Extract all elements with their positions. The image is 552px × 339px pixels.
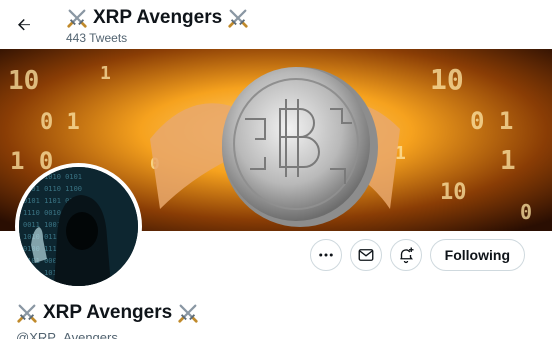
message-button[interactable]	[349, 239, 382, 271]
profile-avatar[interactable]: 0110 1010 0101 1001 0110 1100 0101 1101 …	[15, 163, 142, 290]
svg-text:1: 1	[100, 63, 111, 84]
profile-handle: @XRP_Avengers	[16, 330, 118, 339]
mail-icon	[358, 249, 374, 261]
svg-text:1001 0110 1100: 1001 0110 1100	[23, 185, 82, 193]
crossed-swords-icon	[17, 304, 37, 323]
svg-text:0 1: 0 1	[470, 107, 513, 135]
svg-text:1: 1	[500, 146, 516, 176]
profile-name-text: XRP Avengers	[43, 302, 173, 323]
svg-text:0: 0	[520, 200, 532, 224]
tweet-count: 443 Tweets	[66, 31, 128, 45]
back-button[interactable]	[10, 11, 38, 39]
more-horizontal-icon	[318, 253, 333, 257]
profile-header-bar: XRP Avengers 443 Tweets	[0, 0, 552, 49]
profile-name-block: XRP Avengers @XRP_Avengers	[16, 301, 199, 339]
more-button[interactable]	[309, 239, 342, 271]
svg-text:0 1: 0 1	[40, 110, 80, 135]
crossed-swords-icon	[228, 9, 248, 28]
header-title-block: XRP Avengers 443 Tweets	[66, 6, 249, 45]
svg-text:10: 10	[430, 63, 464, 96]
profile-actions: Following	[309, 239, 525, 271]
svg-text:10: 10	[440, 180, 467, 205]
svg-text:10: 10	[8, 66, 39, 96]
profile-name: XRP Avengers	[16, 301, 199, 325]
following-button[interactable]: Following	[429, 239, 525, 271]
header-title: XRP Avengers	[66, 6, 249, 30]
header-title-text: XRP Avengers	[93, 7, 223, 28]
arrow-left-icon	[18, 19, 30, 31]
bell-plus-icon	[400, 247, 414, 264]
hooded-hacker-avatar: 0110 1010 0101 1001 0110 1100 0101 1101 …	[19, 167, 138, 286]
crossed-swords-icon	[178, 304, 198, 323]
notifications-button[interactable]	[389, 239, 422, 271]
crossed-swords-icon	[67, 9, 87, 28]
